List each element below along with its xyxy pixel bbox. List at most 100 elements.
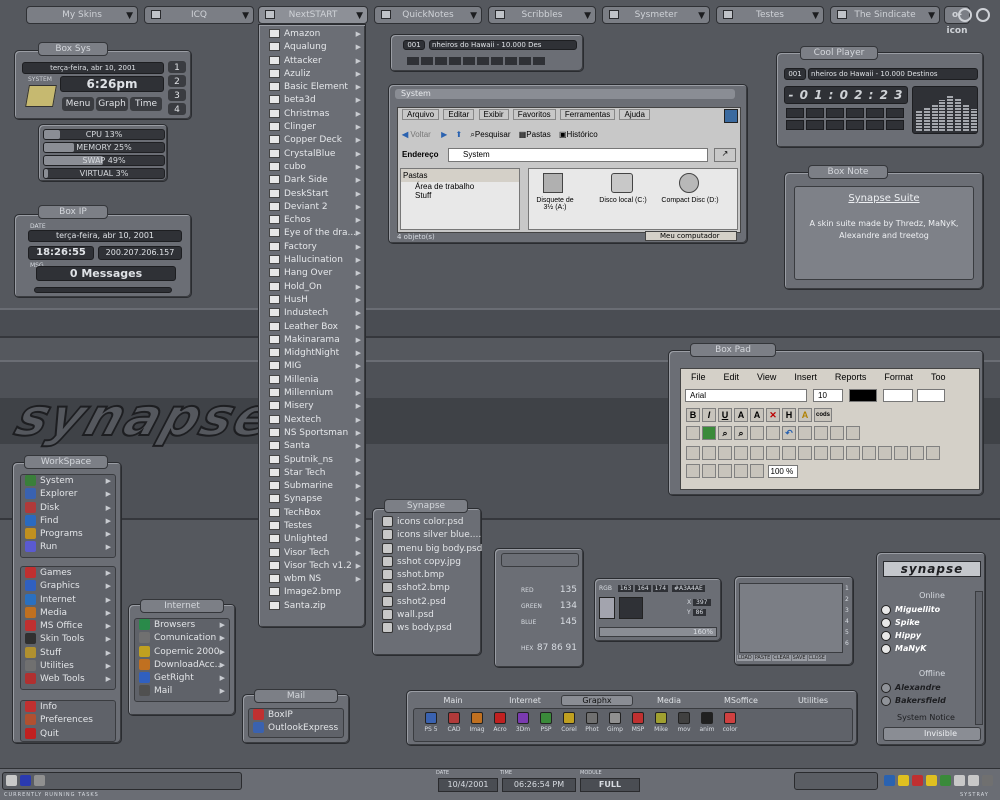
- menu-item[interactable]: GetRight ▶: [135, 672, 229, 685]
- internet-title[interactable]: Internet: [140, 599, 224, 613]
- side-button-3[interactable]: 3: [168, 89, 186, 101]
- nextstart-item[interactable]: wbm NS ▶: [265, 573, 365, 586]
- align-select[interactable]: [917, 389, 945, 402]
- table-icon[interactable]: [718, 446, 732, 460]
- menu-item[interactable]: Utilities ▶: [21, 660, 115, 673]
- synapse-files-title[interactable]: Synapse: [384, 499, 468, 513]
- nextstart-item[interactable]: CrystalBlue ▶: [265, 148, 365, 161]
- underline-button[interactable]: U: [718, 408, 732, 422]
- menu-item[interactable]: Preferences: [21, 714, 115, 727]
- file-item[interactable]: wall.psd: [378, 609, 476, 622]
- menu-item[interactable]: Mail ▶: [135, 685, 229, 698]
- menu-item[interactable]: Find ▶: [21, 514, 115, 528]
- history-button[interactable]: Histórico: [567, 130, 598, 139]
- menu-item[interactable]: Graphics ▶: [21, 580, 115, 593]
- contact-item[interactable]: Alexandre: [881, 681, 973, 694]
- explorer-title[interactable]: System: [395, 89, 735, 99]
- back-arrow-icon[interactable]: ◀: [402, 130, 408, 139]
- menu-item[interactable]: Programs ▶: [21, 528, 115, 541]
- topbar-scribbles[interactable]: Scribbles ▼: [488, 6, 596, 24]
- file-item[interactable]: menu big body.psd: [378, 542, 482, 556]
- menu-item[interactable]: OutlookExpress: [249, 722, 343, 735]
- indent-icon[interactable]: [734, 464, 748, 478]
- slot-number[interactable]: 5: [845, 627, 853, 638]
- nextstart-item[interactable]: Unlighted ▶: [265, 533, 365, 546]
- topbar-nextstart[interactable]: NextSTART ▼: [258, 6, 368, 24]
- file-item[interactable]: sshot2.psd: [378, 595, 476, 609]
- slot-number[interactable]: 2: [845, 594, 853, 605]
- tree-desktop[interactable]: Área de trabalho: [401, 182, 519, 191]
- drive-c-label[interactable]: Disco local (C:): [593, 197, 653, 204]
- list-icon[interactable]: [718, 464, 732, 478]
- box-pad-title[interactable]: Box Pad: [690, 343, 776, 357]
- table-icon[interactable]: [702, 446, 716, 460]
- menu-button[interactable]: Menu: [62, 97, 94, 111]
- zoom-select[interactable]: 100 %: [767, 464, 798, 478]
- close-tab[interactable]: CLOSE: [807, 655, 826, 661]
- nextstart-item[interactable]: Factory ▶: [265, 241, 365, 254]
- menu-item[interactable]: Browsers ▶: [135, 619, 229, 632]
- topbar-the-sindicate[interactable]: The Sindicate ▼: [830, 6, 940, 24]
- slot-number[interactable]: 1: [845, 583, 853, 594]
- mini-player-controls[interactable]: [407, 57, 577, 66]
- topbar-icq[interactable]: ICQ ▼: [144, 6, 254, 24]
- table-icon[interactable]: [734, 446, 748, 460]
- menu-item[interactable]: Internet ▶: [21, 593, 115, 607]
- grid-icon[interactable]: [814, 426, 828, 440]
- nextstart-item[interactable]: Visor Tech v1.2 ▶: [265, 560, 365, 573]
- forward-arrow-icon[interactable]: ▶: [441, 130, 447, 139]
- nextstart-item[interactable]: Aqualung ▶: [265, 41, 365, 54]
- table-icon[interactable]: [910, 446, 924, 460]
- table-icon[interactable]: [766, 446, 780, 460]
- module-button[interactable]: FULL: [580, 778, 640, 792]
- nextstart-item[interactable]: beta3d ▶: [265, 94, 365, 107]
- outdent-icon[interactable]: [750, 464, 764, 478]
- menu-item[interactable]: Skin Tools ▶: [21, 633, 115, 646]
- superscript-button[interactable]: A: [734, 408, 748, 422]
- side-button-2[interactable]: 2: [168, 75, 186, 87]
- menu-favoritos[interactable]: Favoritos: [512, 109, 556, 120]
- nextstart-item[interactable]: MIG ▶: [265, 360, 365, 373]
- nextstart-item[interactable]: Leather Box ▶: [265, 321, 365, 334]
- systray-icons[interactable]: [884, 775, 996, 789]
- menu-item[interactable]: Info: [21, 701, 115, 714]
- table-icon[interactable]: [782, 446, 796, 460]
- mail-title[interactable]: Mail: [254, 689, 338, 703]
- zoom-in-icon[interactable]: ⌕: [718, 426, 732, 440]
- nextstart-item[interactable]: Industech ▶: [265, 307, 365, 320]
- address-field[interactable]: System: [448, 148, 708, 162]
- icq-scrollbar[interactable]: [975, 591, 983, 725]
- nextstart-item[interactable]: Makinarama ▶: [265, 334, 365, 347]
- launcher-item[interactable]: PS 5: [420, 712, 442, 733]
- menu-item[interactable]: Run ▶: [21, 541, 115, 554]
- nextstart-item[interactable]: DeskStart ▶: [265, 188, 365, 201]
- code-button[interactable]: cods: [814, 408, 832, 422]
- menu-editar[interactable]: Editar: [443, 109, 475, 120]
- border-select[interactable]: [883, 389, 913, 402]
- slot-number[interactable]: 4: [845, 616, 853, 627]
- nextstart-item[interactable]: Hallucination ▶: [265, 254, 365, 267]
- spell-icon[interactable]: [846, 426, 860, 440]
- page-icon[interactable]: [766, 426, 780, 440]
- file-item[interactable]: icons silver blue....: [378, 529, 481, 542]
- note-area[interactable]: Synapse Suite A skin suite made by Thred…: [794, 186, 974, 280]
- pad-menu-format[interactable]: Format: [884, 372, 913, 382]
- topbar-quicknotes[interactable]: QuickNotes ▼: [374, 6, 482, 24]
- pad-menu-file[interactable]: File: [691, 372, 706, 382]
- launcher-item[interactable]: Corel: [558, 712, 580, 733]
- nextstart-item[interactable]: TechBox ▶: [265, 507, 365, 520]
- font-color-button[interactable]: A: [798, 408, 812, 422]
- nextstart-item[interactable]: Sputnik_ns ▶: [265, 454, 365, 467]
- nextstart-item[interactable]: Dark Side ▶: [265, 174, 365, 187]
- clipboard-area[interactable]: [739, 583, 843, 653]
- pad-menu-tools[interactable]: Too: [931, 372, 946, 382]
- menu-item[interactable]: DownloadAcc... ▶: [135, 658, 229, 672]
- file-item[interactable]: ws body.psd: [378, 622, 476, 635]
- nextstart-item[interactable]: Deviant 2 ▶: [265, 201, 365, 214]
- clear-tab[interactable]: CLEAR: [772, 655, 791, 661]
- up-folder-icon[interactable]: ⬆: [455, 130, 462, 139]
- file-item[interactable]: sshot2.bmp: [378, 582, 476, 595]
- menu-item[interactable]: Explorer ▶: [21, 488, 115, 501]
- o-icon[interactable]: [958, 8, 972, 22]
- color-select[interactable]: [849, 389, 877, 402]
